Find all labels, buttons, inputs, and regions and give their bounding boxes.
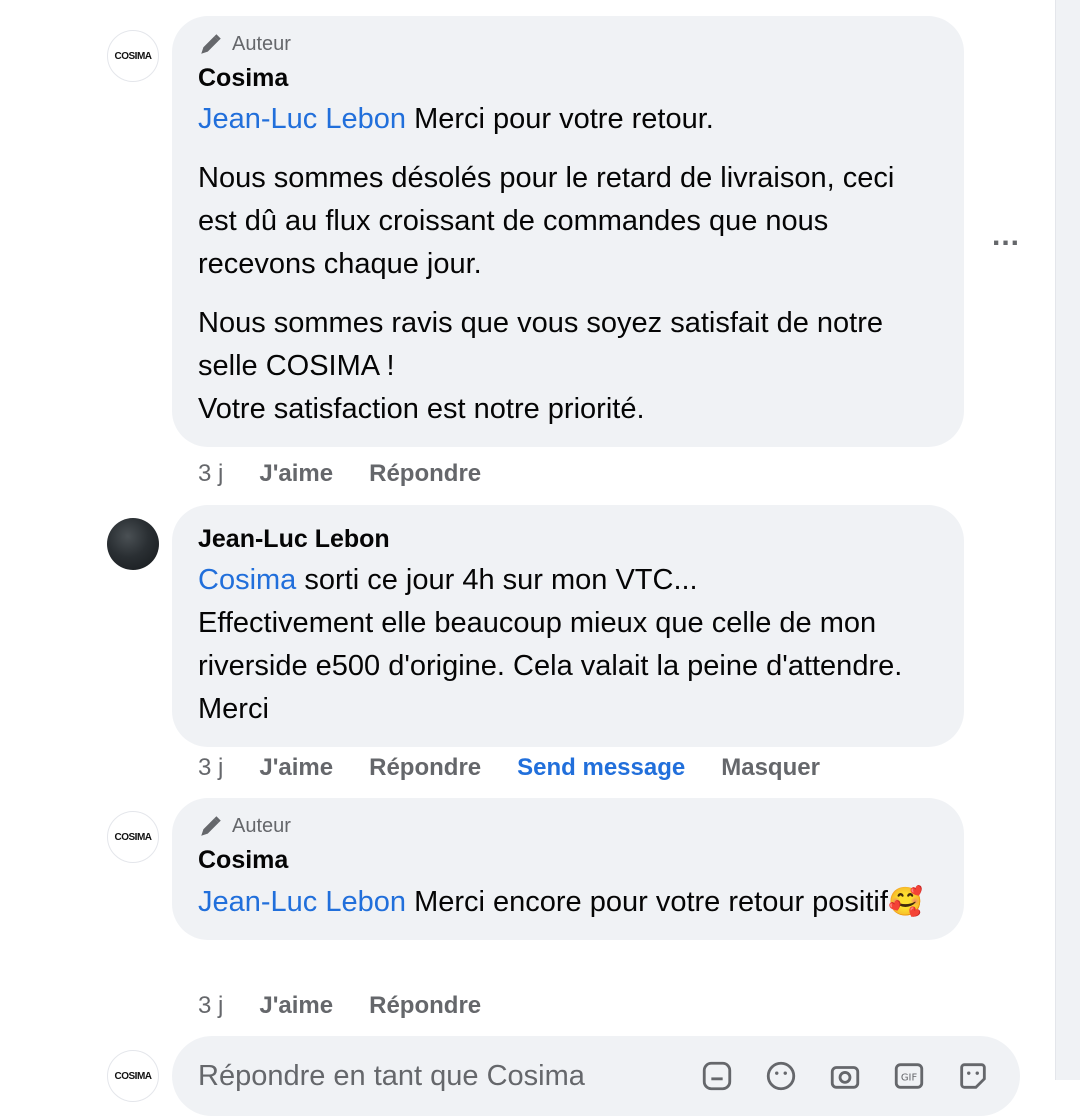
mention-link[interactable]: Jean-Luc Lebon: [198, 886, 406, 918]
comment-actions: 3 j J'aime Répondre: [198, 992, 481, 1020]
hide-button[interactable]: Masquer: [721, 754, 820, 782]
timestamp[interactable]: 3 j: [198, 754, 223, 782]
comment-author[interactable]: Jean-Luc Lebon: [198, 523, 938, 555]
comment-author[interactable]: Cosima: [198, 62, 938, 94]
avatar[interactable]: [107, 518, 159, 570]
avatar[interactable]: COSIMA: [107, 30, 159, 82]
reply-input[interactable]: Répondre en tant que Cosima GIF: [172, 1036, 1020, 1116]
sticker-face-icon[interactable]: [952, 1055, 994, 1097]
comment-text: Jean-Luc Lebon Merci pour votre retour.: [198, 103, 714, 135]
emoji-icon[interactable]: [760, 1055, 802, 1097]
reply-tools: GIF: [696, 1055, 994, 1097]
reply-avatar: COSIMA: [107, 1050, 159, 1102]
author-badge: Auteur: [198, 30, 938, 58]
more-options-button[interactable]: ...: [986, 219, 1026, 252]
comment-actions: 3 j J'aime Répondre: [198, 460, 481, 488]
gif-icon[interactable]: GIF: [888, 1055, 930, 1097]
pen-icon: [201, 34, 221, 54]
comment-actions: 3 j J'aime Répondre Send message Masquer: [198, 754, 820, 782]
timestamp[interactable]: 3 j: [198, 992, 223, 1020]
reply-button[interactable]: Répondre: [369, 992, 481, 1020]
scrollbar[interactable]: [1055, 0, 1080, 1080]
smiling-hearts-emoji-icon: 🥰: [887, 885, 923, 918]
mention-link[interactable]: Cosima: [198, 564, 296, 596]
like-button[interactable]: J'aime: [259, 754, 333, 782]
sticker-icon[interactable]: [696, 1055, 738, 1097]
comment-bubble: Auteur Cosima Jean-Luc Lebon Merci pour …: [172, 16, 964, 447]
comment-text: Jean-Luc Lebon Merci encore pour votre r…: [198, 885, 923, 918]
camera-icon[interactable]: [824, 1055, 866, 1097]
pen-icon: [201, 816, 221, 836]
author-badge: Auteur: [198, 812, 938, 840]
comment-text: Cosima sorti ce jour 4h sur mon VTC... E…: [198, 564, 903, 725]
timestamp[interactable]: 3 j: [198, 460, 223, 488]
comment-paragraph: Nous sommes ravis que vous soyez satisfa…: [198, 307, 884, 425]
reply-button[interactable]: Répondre: [369, 460, 481, 488]
svg-text:GIF: GIF: [901, 1072, 918, 1083]
mention-link[interactable]: Jean-Luc Lebon: [198, 103, 406, 135]
comment-paragraph: Nous sommes désolés pour le retard de li…: [198, 162, 895, 280]
like-button[interactable]: J'aime: [259, 460, 333, 488]
comment-bubble: Jean-Luc Lebon Cosima sorti ce jour 4h s…: [172, 505, 964, 747]
send-message-button[interactable]: Send message: [517, 754, 685, 782]
like-button[interactable]: J'aime: [259, 992, 333, 1020]
avatar[interactable]: COSIMA: [107, 811, 159, 863]
comment-bubble: Auteur Cosima Jean-Luc Lebon Merci encor…: [172, 798, 964, 940]
comment-author[interactable]: Cosima: [198, 844, 938, 876]
reply-button[interactable]: Répondre: [369, 754, 481, 782]
